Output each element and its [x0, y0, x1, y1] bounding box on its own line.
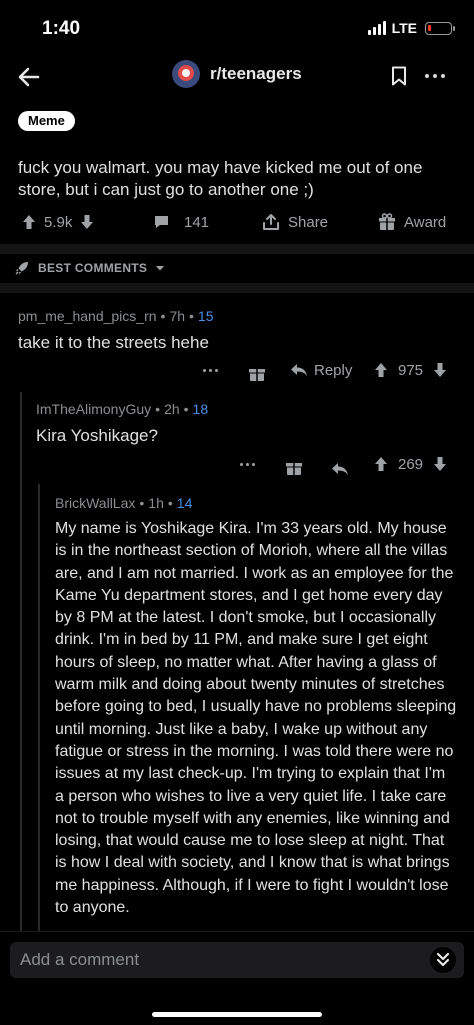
post-action-bar: 5.9k 141 Share Award: [0, 210, 474, 234]
comment-age: 2h: [164, 401, 180, 417]
comment-age: 7h: [169, 308, 186, 324]
post-share-button[interactable]: Share: [262, 210, 328, 234]
post-comments-button[interactable]: 141: [153, 210, 209, 234]
comment-reply-count: 18: [192, 401, 209, 417]
comment-action-bar: 269: [0, 452, 474, 476]
downvote-icon[interactable]: [80, 214, 94, 230]
post-flair[interactable]: Meme: [18, 111, 75, 131]
status-bar: 1:40 LTE: [0, 0, 474, 56]
reply-icon[interactable]: [331, 457, 349, 481]
section-divider: [0, 283, 474, 293]
status-time: 1:40: [42, 18, 81, 39]
gift-icon[interactable]: [285, 455, 303, 479]
comment-age: 1h: [148, 495, 164, 511]
network-label: LTE: [391, 20, 417, 36]
subreddit-header[interactable]: r/teenagers: [172, 60, 302, 88]
comment-author[interactable]: pm_me_hand_pics_rn: [18, 308, 157, 324]
post-score: 5.9k: [44, 213, 73, 231]
comment-more-icon[interactable]: [240, 452, 255, 476]
comment-more-icon[interactable]: [203, 358, 218, 382]
signal-icon: [367, 21, 386, 35]
subreddit-name: r/teenagers: [210, 64, 302, 83]
more-icon[interactable]: [425, 74, 445, 78]
collapse-threads-icon[interactable]: [430, 947, 456, 973]
comment-meta: BrickWallLax • 1h • 14: [55, 495, 193, 511]
section-divider: [0, 244, 474, 254]
subreddit-avatar: [172, 60, 200, 88]
reply-label: Reply: [314, 361, 353, 379]
comment-vote: 975: [374, 358, 447, 382]
thread-line[interactable]: [38, 484, 40, 932]
comment-action-bar: Reply 975: [0, 358, 474, 382]
comment-score: 269: [398, 455, 424, 473]
comment-composer-bar: Add a comment: [0, 931, 474, 1025]
upvote-icon[interactable]: [22, 214, 36, 230]
top-nav: r/teenagers: [0, 56, 474, 96]
add-comment-placeholder: Add a comment: [20, 950, 140, 969]
comment-reply-count: 15: [197, 308, 214, 324]
bookmark-icon[interactable]: [391, 66, 407, 86]
comment-body: Kira Yoshikage?: [36, 426, 158, 445]
comment-body: take it to the streets hehe: [18, 333, 209, 352]
home-indicator: [152, 1012, 322, 1017]
comment-sort-selector[interactable]: BEST COMMENTS: [14, 260, 165, 276]
battery-icon: [425, 21, 455, 35]
gift-icon: [379, 213, 395, 230]
rocket-icon: [15, 262, 28, 275]
post-comment-count: 141: [184, 213, 210, 231]
share-label: Share: [288, 213, 329, 231]
post-vote: 5.9k: [22, 210, 94, 234]
chevron-down-icon: [156, 266, 165, 271]
post-title: fuck you walmart. you may have kicked me…: [18, 158, 423, 199]
comment-meta: ImTheAlimonyGuy • 2h • 18: [36, 401, 209, 417]
downvote-icon[interactable]: [433, 456, 447, 472]
upvote-icon[interactable]: [374, 456, 388, 472]
status-indicators: LTE: [367, 20, 455, 36]
comment-author[interactable]: ImTheAlimonyGuy: [36, 401, 151, 417]
award-label: Award: [404, 213, 447, 231]
comment-meta: pm_me_hand_pics_rn • 7h • 15: [18, 308, 214, 324]
upvote-icon[interactable]: [374, 362, 388, 378]
comment-body: My name is Yoshikage Kira. I'm 33 years …: [55, 520, 457, 917]
downvote-icon[interactable]: [433, 362, 447, 378]
comment-author[interactable]: BrickWallLax: [55, 495, 135, 511]
add-comment-input[interactable]: Add a comment: [10, 942, 464, 978]
share-icon: [263, 214, 279, 230]
comment-score: 975: [398, 361, 424, 379]
comment-vote: 269: [374, 452, 447, 476]
post-award-button[interactable]: Award: [378, 210, 446, 234]
gift-icon[interactable]: [248, 361, 266, 385]
comment-icon: [155, 216, 168, 228]
back-arrow-icon[interactable]: [14, 62, 44, 92]
reply-button[interactable]: Reply: [290, 358, 352, 382]
sort-label: BEST COMMENTS: [38, 261, 148, 275]
comment-reply-count: 14: [176, 495, 193, 511]
reply-icon: [291, 364, 307, 376]
